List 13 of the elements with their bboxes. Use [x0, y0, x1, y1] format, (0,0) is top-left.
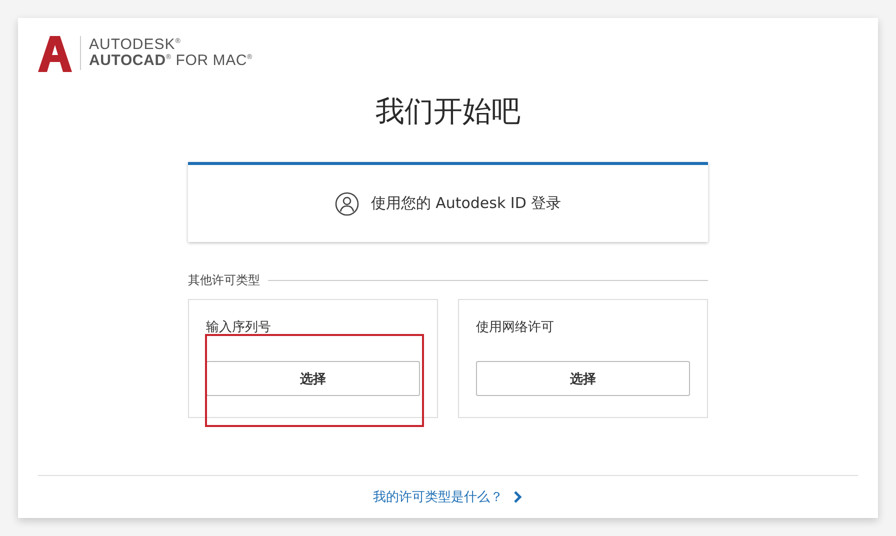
- page-title: 我们开始吧: [374, 93, 522, 130]
- select-button[interactable]: 选择: [476, 361, 690, 396]
- logo-icon: [38, 34, 72, 72]
- license-type-link[interactable]: 我的许可类型是什么？: [373, 488, 523, 506]
- user-icon: [334, 192, 359, 216]
- brand-name: AUTODESK$^{®}$: [89, 36, 182, 53]
- select-button[interactable]: 选择: [206, 361, 420, 396]
- chevron-icon: [513, 491, 523, 503]
- card-title: 输入序列号: [206, 319, 272, 336]
- section-heading: 其他许可类型: [188, 272, 260, 289]
- sign-in-button[interactable]: 使用您的 Autodesk ID 登录: [188, 162, 708, 242]
- card-title: 使用网络许可: [476, 319, 555, 336]
- product-name: AUTOCAD$^{®}$ FOR MAC$^{®}$: [89, 53, 252, 70]
